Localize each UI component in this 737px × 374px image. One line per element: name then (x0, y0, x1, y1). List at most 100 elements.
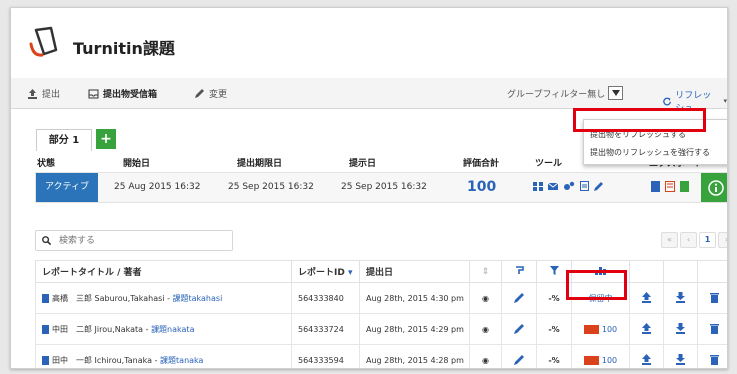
submit-date: Aug 28th, 2015 4:28 pm (359, 344, 470, 368)
assignment-link[interactable]: 課題takahasi (173, 294, 223, 303)
assignment-link[interactable]: 課題tanaka (160, 356, 203, 365)
col-header-empty-3 (697, 260, 727, 283)
header: Turnitin課題 (11, 8, 727, 76)
trash-icon[interactable] (697, 282, 727, 314)
tab-submit[interactable]: 提出 (27, 87, 60, 100)
download-icon[interactable] (663, 282, 698, 314)
sort-desc-icon: ▾ (347, 268, 353, 278)
post-date: 25 Sep 2015 16:32 (341, 182, 427, 192)
download-icon[interactable] (663, 313, 698, 345)
grade-pencil-icon[interactable] (501, 344, 537, 368)
grade-percent: -% (536, 344, 572, 368)
col-header-paper-id[interactable]: レポートID ▾ (291, 260, 360, 283)
col-header-grade[interactable] (501, 260, 537, 283)
submit-date: Aug 28th, 2015 4:29 pm (359, 313, 470, 345)
col-header-empty-2 (663, 260, 698, 283)
upload-icon[interactable] (629, 344, 664, 368)
group-filter-label: グループフィルター無し (507, 89, 606, 100)
similarity-cell[interactable]: 100 (571, 344, 630, 368)
view-eye-icon[interactable]: ◉ (469, 282, 502, 314)
upload-icon[interactable] (629, 282, 664, 314)
author-name: 田中 一郎 Ichirou,Tanaka (52, 355, 153, 365)
col-header-date-label: 提出日 (366, 268, 394, 278)
tab-edit[interactable]: 変更 (194, 87, 227, 100)
assignment-info-row: アクティブ 25 Aug 2015 16:32 25 Sep 2015 16:3… (35, 172, 727, 203)
similarity-color-chip (583, 324, 599, 334)
gear-icon[interactable] (563, 181, 575, 191)
row-title: 田中 一郎 Ichirou,Tanaka - 課題tanaka (35, 344, 292, 368)
add-part-button[interactable]: + (96, 129, 116, 149)
document-icon[interactable] (580, 181, 589, 191)
chevron-down-icon (608, 86, 624, 100)
upload-icon[interactable] (629, 313, 664, 345)
view-eye-icon[interactable]: ◉ (469, 344, 502, 368)
due-date: 25 Sep 2015 16:32 (228, 182, 314, 192)
export-icons (651, 181, 689, 192)
start-date: 25 Aug 2015 16:32 (114, 182, 201, 192)
label-state: 状態 (37, 159, 56, 169)
col-header-date[interactable]: 提出日 (359, 260, 470, 283)
col-header-view[interactable]: ⇕ (469, 260, 502, 283)
label-score: 評価合計 (463, 159, 500, 169)
download-icon[interactable] (663, 344, 698, 368)
pencil-icon (195, 88, 204, 98)
paper-id: 564333594 (291, 344, 360, 368)
search-input[interactable] (57, 234, 211, 247)
grademark-icon (515, 265, 524, 274)
table-row: 中田 二郎 Jirou,Nakata - 課題nakata 564333724 … (35, 313, 727, 345)
label-due: 提出期限日 (237, 159, 283, 169)
col-header-paper-id-label: レポートID (298, 268, 345, 278)
tab-edit-label: 変更 (209, 90, 228, 100)
pagination: « ‹ 1 › » (661, 232, 727, 248)
info-icon (707, 179, 724, 196)
pager-next[interactable]: › (718, 232, 727, 248)
view-eye-icon[interactable]: ◉ (469, 313, 502, 345)
author-name: 中田 二郎 Jirou,Nakata (52, 324, 144, 334)
author-name: 高橋 三郎 Saburou,Takahasi (52, 293, 165, 303)
mail-icon[interactable] (548, 182, 558, 191)
similarity-score: 100 (601, 324, 618, 334)
pager-current[interactable]: 1 (699, 232, 716, 248)
doc-icon (42, 293, 49, 303)
turnitin-window: Turnitin課題 提出 提出物受信箱 変更 グループフィルター無し リフレッ… (10, 7, 728, 369)
export-pdf-icon[interactable] (665, 181, 675, 192)
pencil-edit-icon[interactable] (594, 181, 604, 191)
doc-icon (42, 355, 49, 365)
caret-down-icon: ▾ (723, 97, 727, 105)
refresh-icon (663, 97, 672, 106)
search-icon (42, 236, 51, 245)
grade-percent: -% (536, 313, 572, 345)
export-doc-blue-icon[interactable] (651, 181, 660, 192)
title-separator: - (167, 293, 170, 303)
pager-first[interactable]: « (661, 232, 678, 248)
grade-pencil-icon[interactable] (501, 282, 537, 314)
row-title: 中田 二郎 Jirou,Nakata - 課題nakata (35, 313, 292, 345)
group-filter-select[interactable]: グループフィルター無し (507, 86, 624, 100)
label-post: 提示日 (349, 159, 377, 169)
section-tab-part1[interactable]: 部分 1 (36, 129, 92, 151)
label-tools: ツール (535, 159, 563, 169)
doc-icon (42, 324, 49, 334)
similarity-score: 100 (601, 355, 618, 365)
filter-icon (549, 265, 559, 275)
info-button[interactable] (701, 173, 727, 202)
pager-prev[interactable]: ‹ (680, 232, 697, 248)
grade-pencil-icon[interactable] (501, 313, 537, 345)
force-refresh-item[interactable]: 提出物のリフレッシュを強行する (590, 147, 710, 158)
tab-inbox-label: 提出物受信箱 (103, 90, 158, 100)
grid-icon[interactable] (533, 181, 543, 191)
col-header-title[interactable]: レポートタイトル / 著者 (35, 260, 292, 283)
sort-icon: ⇕ (481, 266, 490, 277)
similarity-cell[interactable]: 100 (571, 313, 630, 345)
total-score: 100 (467, 179, 497, 195)
assignment-link[interactable]: 課題nakata (151, 325, 194, 334)
export-doc-green-icon[interactable] (680, 181, 689, 192)
app-title: Turnitin課題 (73, 39, 175, 58)
tab-inbox[interactable]: 提出物受信箱 (88, 87, 157, 100)
trash-icon[interactable] (697, 313, 727, 345)
turnitin-logo-icon (29, 26, 58, 57)
trash-icon[interactable] (697, 344, 727, 368)
paper-id: 564333724 (291, 313, 360, 345)
tab-submit-label: 提出 (42, 90, 61, 100)
similarity-color-chip (583, 355, 599, 365)
